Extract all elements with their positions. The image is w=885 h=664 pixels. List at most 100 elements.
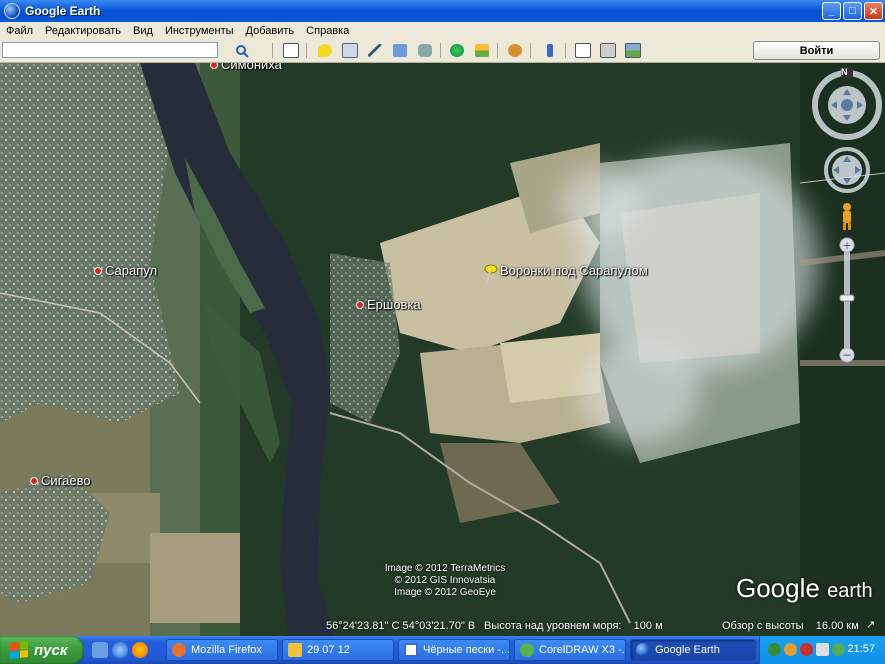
sunlight-button[interactable] (472, 41, 492, 60)
folder-icon (288, 643, 302, 657)
windows-taskbar: пуск Mozilla Firefox 29 07 12 Чёрные пес… (0, 636, 885, 664)
menu-add[interactable]: Добавить (240, 22, 301, 40)
place-dot-icon (94, 266, 102, 275)
map-viewport[interactable]: Симониха Сарапул Ершовка Сигаево Воронки… (0, 63, 885, 636)
elevation-readout: Высота над уровнем моря: 100 м (484, 620, 663, 632)
search-icon (236, 44, 249, 58)
start-button[interactable]: пуск (0, 636, 84, 664)
historical-imagery-button[interactable] (447, 41, 467, 60)
streaming-indicator-icon: ↗ (866, 619, 876, 631)
add-path-button[interactable] (365, 41, 385, 60)
save-image-icon (625, 43, 641, 58)
place-dot-icon (356, 300, 364, 309)
menu-edit[interactable]: Редактировать (39, 22, 127, 40)
toolbar-separator (306, 43, 307, 58)
tray-app-icon[interactable] (832, 643, 845, 656)
search-input[interactable] (2, 42, 218, 58)
compass-look-control[interactable] (812, 67, 882, 140)
menu-tools[interactable]: Инструменты (159, 22, 240, 40)
word-document-icon (404, 643, 418, 657)
place-label-sarapul[interactable]: Сарапул (94, 263, 157, 278)
ruler-icon (547, 44, 553, 57)
imagery-credits: Image © 2012 TerraMetrics © 2012 GIS Inn… (384, 563, 506, 598)
task-google-earth[interactable]: Google Earth (630, 639, 756, 661)
place-label-simonikha[interactable]: Симониха (210, 63, 282, 72)
firefox-quicklaunch-icon[interactable] (132, 642, 148, 658)
sunlight-icon (475, 44, 489, 57)
windows-logo-icon (10, 641, 28, 659)
taskbar-clock[interactable]: 21:57 (847, 643, 875, 655)
toolbar-separator (565, 43, 566, 58)
window-controls: _ □ ✕ (822, 2, 883, 20)
switch-to-sky-icon (508, 44, 522, 57)
toolbar-separator (440, 43, 441, 58)
internet-explorer-icon[interactable] (112, 642, 128, 658)
tray-network-icon[interactable] (768, 643, 781, 656)
menu-help[interactable]: Справка (300, 22, 355, 40)
sidebar-toggle-icon (283, 43, 299, 58)
close-button[interactable]: ✕ (864, 2, 883, 20)
show-desktop-icon[interactable] (92, 642, 108, 658)
toolbar-separator (272, 43, 273, 58)
move-control[interactable] (824, 147, 870, 193)
coordinates-readout: 56°24'23.81" С 54°03'21.70" В (326, 620, 476, 632)
ruler-button[interactable] (540, 41, 560, 60)
street-view-pegman-icon[interactable] (843, 203, 851, 230)
save-image-button[interactable] (623, 41, 643, 60)
tray-antivirus-icon[interactable] (784, 643, 797, 656)
task-folder[interactable]: 29 07 12 (282, 639, 394, 661)
firefox-icon (172, 643, 186, 657)
signin-button[interactable]: Войти (753, 41, 880, 60)
search-button[interactable] (232, 41, 252, 60)
task-word[interactable]: Чёрные пески -... (398, 639, 510, 661)
toolbar-separator (497, 43, 498, 58)
toolbar-separator (530, 43, 531, 58)
minimize-icon: _ (828, 5, 835, 17)
print-button[interactable] (598, 41, 618, 60)
place-dot-icon (30, 476, 38, 485)
zoom-slider[interactable]: + − (839, 237, 855, 363)
system-tray: 21:57 (759, 636, 885, 664)
add-image-overlay-button[interactable] (390, 41, 410, 60)
window-title: Google Earth (25, 4, 101, 18)
toolbar: Войти (0, 40, 885, 63)
status-bar: 56°24'23.81" С 54°03'21.70" В Высота над… (0, 618, 885, 636)
place-dot-icon (210, 63, 218, 69)
google-earth-icon (636, 643, 650, 657)
svg-text:−: − (842, 348, 852, 362)
record-tour-icon (418, 44, 432, 57)
task-firefox[interactable]: Mozilla Firefox (166, 639, 278, 661)
title-bar: Google Earth _ □ ✕ (0, 0, 885, 22)
add-polygon-icon (342, 43, 358, 58)
menu-view[interactable]: Вид (127, 22, 159, 40)
switch-to-sky-button[interactable] (505, 41, 525, 60)
compass-north-label: N (841, 67, 848, 77)
tray-volume-icon[interactable] (816, 643, 829, 656)
eye-altitude-readout: Обзор с высоты 16.00 км (722, 620, 859, 632)
add-placemark-icon (318, 44, 332, 57)
close-icon: ✕ (868, 5, 879, 18)
menu-bar: Файл Редактировать Вид Инструменты Добав… (0, 22, 885, 40)
task-coreldraw[interactable]: CorelDRAW X3 -... (514, 639, 626, 661)
svg-text:+: + (842, 239, 851, 252)
maximize-icon: □ (849, 5, 856, 17)
record-tour-button[interactable] (415, 41, 435, 60)
pushpin-icon[interactable] (480, 263, 500, 287)
add-placemark-button[interactable] (315, 41, 335, 60)
tray-update-icon[interactable] (800, 643, 813, 656)
minimize-button[interactable]: _ (822, 2, 841, 20)
sidebar-toggle-button[interactable] (281, 41, 301, 60)
print-icon (600, 43, 616, 58)
google-earth-logo: Google earth (736, 573, 873, 603)
place-label-ershovka[interactable]: Ершовка (356, 297, 421, 312)
email-button[interactable] (573, 41, 593, 60)
add-path-icon (368, 44, 382, 57)
maximize-button[interactable]: □ (843, 2, 862, 20)
menu-file[interactable]: Файл (0, 22, 39, 40)
add-image-overlay-icon (393, 44, 407, 57)
placemark-label[interactable]: Воронки под Сарапулом (500, 263, 648, 278)
coreldraw-icon (520, 643, 534, 657)
place-label-sigaevo[interactable]: Сигаево (30, 473, 91, 488)
add-polygon-button[interactable] (340, 41, 360, 60)
historical-imagery-icon (450, 44, 464, 57)
